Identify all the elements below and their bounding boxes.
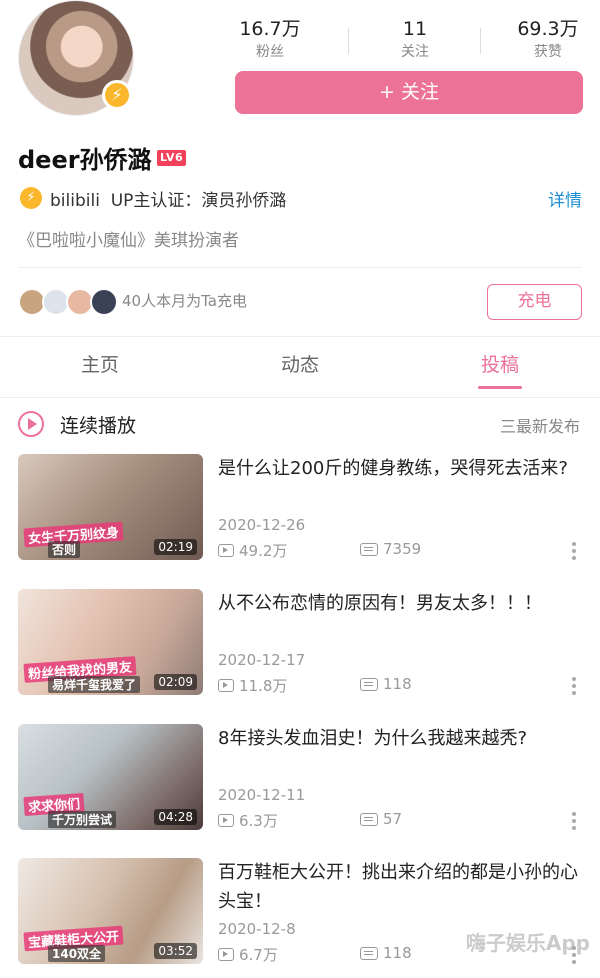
comments-icon: [360, 677, 378, 691]
more-options-icon[interactable]: [572, 542, 576, 563]
thumbnail-caption-secondary: 140双全: [48, 945, 106, 962]
view-count: 49.2万: [218, 540, 287, 561]
video-item[interactable]: 求求你们 千万别尝试 04:28 8年接头发血泪史！为什么我越来越秃? 2020…: [0, 724, 600, 844]
video-duration: 04:28: [154, 809, 197, 825]
stat-divider: [480, 28, 481, 54]
view-count-value: 11.8万: [239, 677, 288, 695]
comment-count: 7359: [360, 540, 421, 558]
view-count: 11.8万: [218, 675, 287, 696]
more-options-icon[interactable]: [572, 812, 576, 833]
stat-fans[interactable]: 16.7万 粉丝: [215, 18, 325, 62]
stat-likes[interactable]: 69.3万 获赞: [493, 18, 600, 62]
continuous-play-label[interactable]: 连续播放: [60, 411, 136, 438]
continuous-play-icon[interactable]: [18, 411, 44, 437]
video-thumbnail[interactable]: 宝藏鞋柜大公开 140双全 03:52: [18, 858, 203, 964]
views-icon: [218, 948, 234, 961]
video-title[interactable]: 是什么让200斤的健身教练，哭得死去活来?: [218, 454, 580, 483]
video-item[interactable]: 女生千万别纹身 否则 02:19 是什么让200斤的健身教练，哭得死去活来? 2…: [0, 454, 600, 574]
tab-home[interactable]: 主页: [20, 350, 180, 377]
video-title[interactable]: 百万鞋柜大公开！挑出来介绍的都是小孙的心头宝！: [218, 858, 580, 916]
video-thumbnail[interactable]: 粉丝给我找的男友 易烊千玺我爱了 02:09: [18, 589, 203, 695]
level-badge: LV6: [157, 150, 187, 166]
video-item[interactable]: 宝藏鞋柜大公开 140双全 03:52 百万鞋柜大公开！挑出来介绍的都是小孙的心…: [0, 858, 600, 978]
view-count: 6.7万: [218, 944, 278, 965]
view-count-value: 6.3万: [239, 812, 278, 830]
watermark: 嗨子娱乐App: [465, 931, 590, 955]
video-date: 2020-12-8: [218, 920, 296, 938]
comment-count-value: 118: [383, 944, 412, 962]
stat-likes-value: 69.3万: [517, 18, 579, 40]
stat-likes-label: 获赞: [534, 44, 562, 60]
video-title[interactable]: 从不公布恋情的原因有！男友太多！！！: [218, 589, 580, 618]
video-item[interactable]: 粉丝给我找的男友 易烊千玺我爱了 02:09 从不公布恋情的原因有！男友太多！！…: [0, 589, 600, 709]
verified-lightning-icon: ⚡: [102, 80, 132, 110]
sort-latest-button[interactable]: 三最新发布: [500, 413, 580, 437]
thumbnail-caption-secondary: 易烊千玺我爱了: [48, 676, 141, 693]
video-duration: 02:19: [154, 539, 197, 555]
charger-avatar: [90, 288, 118, 316]
divider: [0, 397, 600, 398]
avatar[interactable]: ⚡: [18, 0, 134, 116]
comment-count-value: 7359: [383, 540, 422, 558]
more-options-icon[interactable]: [572, 677, 576, 698]
follow-button[interactable]: + 关注: [235, 71, 583, 114]
views-icon: [218, 679, 234, 692]
video-date: 2020-12-26: [218, 516, 306, 534]
comment-count: 118: [360, 675, 412, 693]
video-thumbnail[interactable]: 求求你们 千万别尝试 04:28: [18, 724, 203, 830]
certification-text: bilibili UP主认证：演员孙侨潞: [50, 186, 286, 211]
certification-lightning-icon: ⚡: [20, 187, 42, 209]
tab-dynamic[interactable]: 动态: [220, 350, 380, 377]
video-title[interactable]: 8年接头发血泪史！为什么我越来越秃?: [218, 724, 580, 753]
thumbnail-caption-secondary: 否则: [48, 541, 81, 558]
profile-bio: 《巴啦啦小魔仙》美琪扮演者: [18, 231, 239, 251]
view-count-value: 49.2万: [239, 542, 288, 560]
comments-icon: [360, 946, 378, 960]
thumbnail-caption-secondary: 千万别尝试: [48, 811, 117, 828]
charge-button[interactable]: 充电: [487, 284, 582, 320]
stat-following[interactable]: 11 关注: [360, 18, 470, 62]
comments-icon: [360, 812, 378, 826]
tab-submissions[interactable]: 投稿: [420, 350, 580, 377]
divider: [18, 267, 582, 268]
comment-count-value: 118: [383, 675, 412, 693]
video-date: 2020-12-17: [218, 651, 306, 669]
views-icon: [218, 544, 234, 557]
stat-fans-label: 粉丝: [256, 44, 284, 60]
view-count-value: 6.7万: [239, 946, 278, 964]
comment-count: 118: [360, 944, 412, 962]
comment-count: 57: [360, 810, 402, 828]
comments-icon: [360, 542, 378, 556]
video-duration: 03:52: [154, 943, 197, 959]
details-link[interactable]: 详情: [548, 186, 582, 211]
profile-name: deer孙侨潞: [18, 146, 152, 174]
stat-divider: [348, 28, 349, 54]
video-thumbnail[interactable]: 女生千万别纹身 否则 02:19: [18, 454, 203, 560]
stat-following-label: 关注: [401, 44, 429, 60]
video-date: 2020-12-11: [218, 786, 306, 804]
views-icon: [218, 814, 234, 827]
comment-count-value: 57: [383, 810, 403, 828]
video-duration: 02:09: [154, 674, 197, 690]
stat-following-value: 11: [402, 18, 428, 40]
charge-count-text: 40人本月为Ta充电: [122, 292, 247, 310]
stat-fans-value: 16.7万: [239, 18, 301, 40]
cert-description: UP主认证：演员孙侨潞: [110, 191, 287, 211]
cert-brand: bilibili: [50, 191, 100, 211]
active-tab-indicator: [478, 386, 522, 389]
divider: [0, 336, 600, 337]
view-count: 6.3万: [218, 810, 278, 831]
